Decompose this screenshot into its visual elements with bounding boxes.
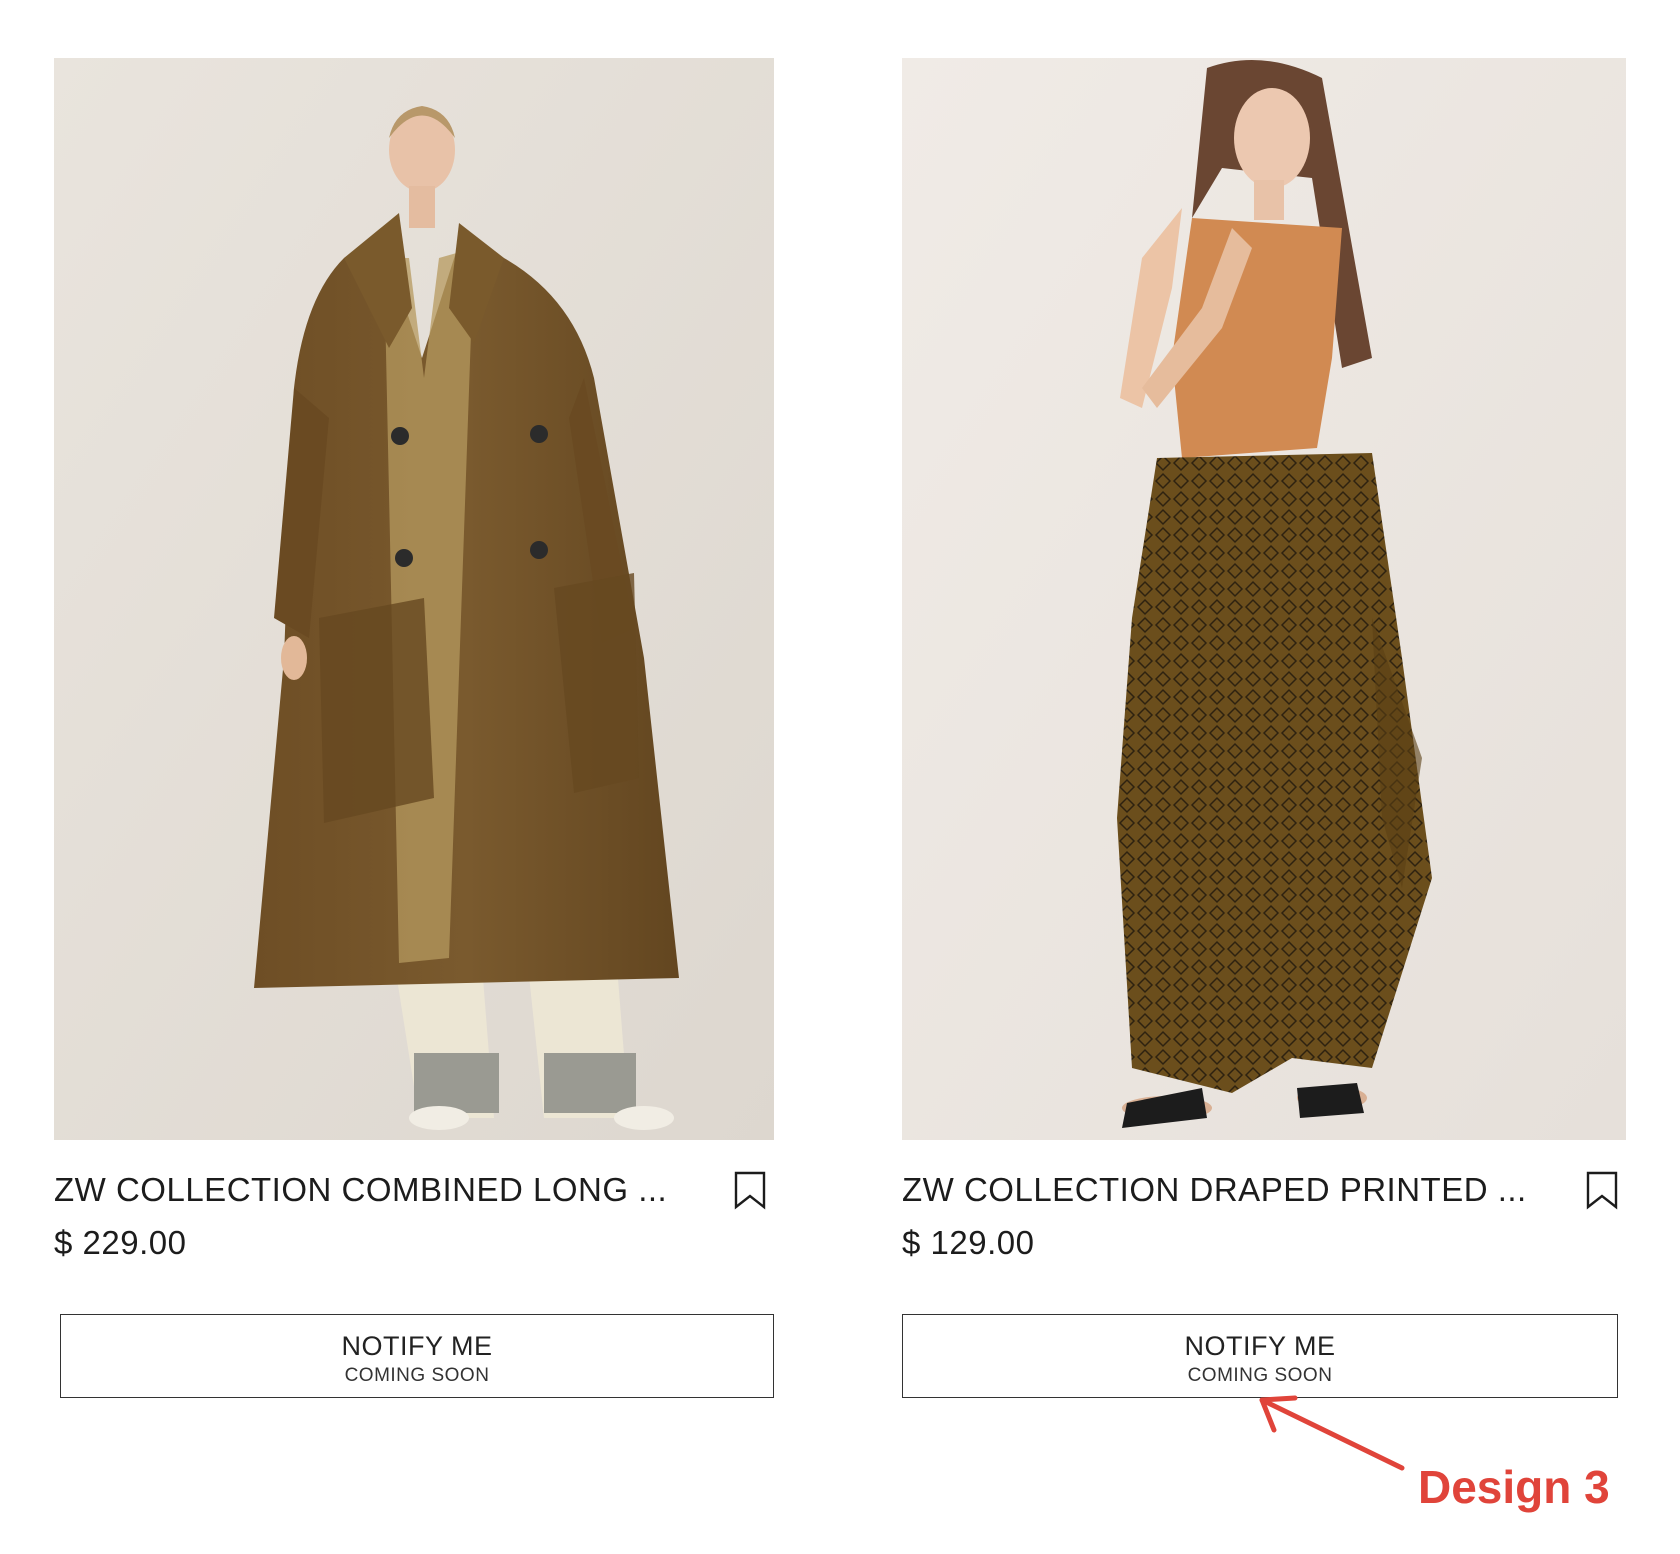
product-title-row: ZW COLLECTION COMBINED LONG ...: [54, 1168, 774, 1212]
product-title[interactable]: ZW COLLECTION COMBINED LONG ...: [54, 1168, 667, 1212]
product-price: $ 129.00: [902, 1224, 1035, 1261]
product-photo-trousers: [902, 58, 1626, 1140]
annotation-arrow-icon: [1259, 1395, 1405, 1471]
coming-soon-label: COMING SOON: [344, 1365, 490, 1386]
product-card[interactable]: ZW COLLECTION DRAPED PRINTED ... $ 129.0…: [902, 58, 1626, 1398]
notify-me-label: NOTIFY ME: [341, 1331, 493, 1361]
product-title-row: ZW COLLECTION DRAPED PRINTED ...: [902, 1168, 1626, 1212]
product-card[interactable]: ZW COLLECTION COMBINED LONG ... $ 229.00…: [54, 58, 774, 1398]
product-title[interactable]: ZW COLLECTION DRAPED PRINTED ...: [902, 1168, 1527, 1212]
product-price: $ 229.00: [54, 1224, 187, 1261]
notify-me-label: NOTIFY ME: [1184, 1331, 1336, 1361]
bookmark-icon[interactable]: [1582, 1170, 1622, 1210]
annotation-label: Design 3: [1418, 1461, 1610, 1513]
bookmark-icon[interactable]: [730, 1170, 770, 1210]
notify-me-button[interactable]: NOTIFY ME COMING SOON: [902, 1314, 1618, 1398]
coming-soon-label: COMING SOON: [1187, 1365, 1333, 1386]
product-image[interactable]: [54, 58, 774, 1140]
product-image[interactable]: [902, 58, 1626, 1140]
product-photo-coat: [54, 58, 774, 1140]
notify-me-button[interactable]: NOTIFY ME COMING SOON: [60, 1314, 774, 1398]
